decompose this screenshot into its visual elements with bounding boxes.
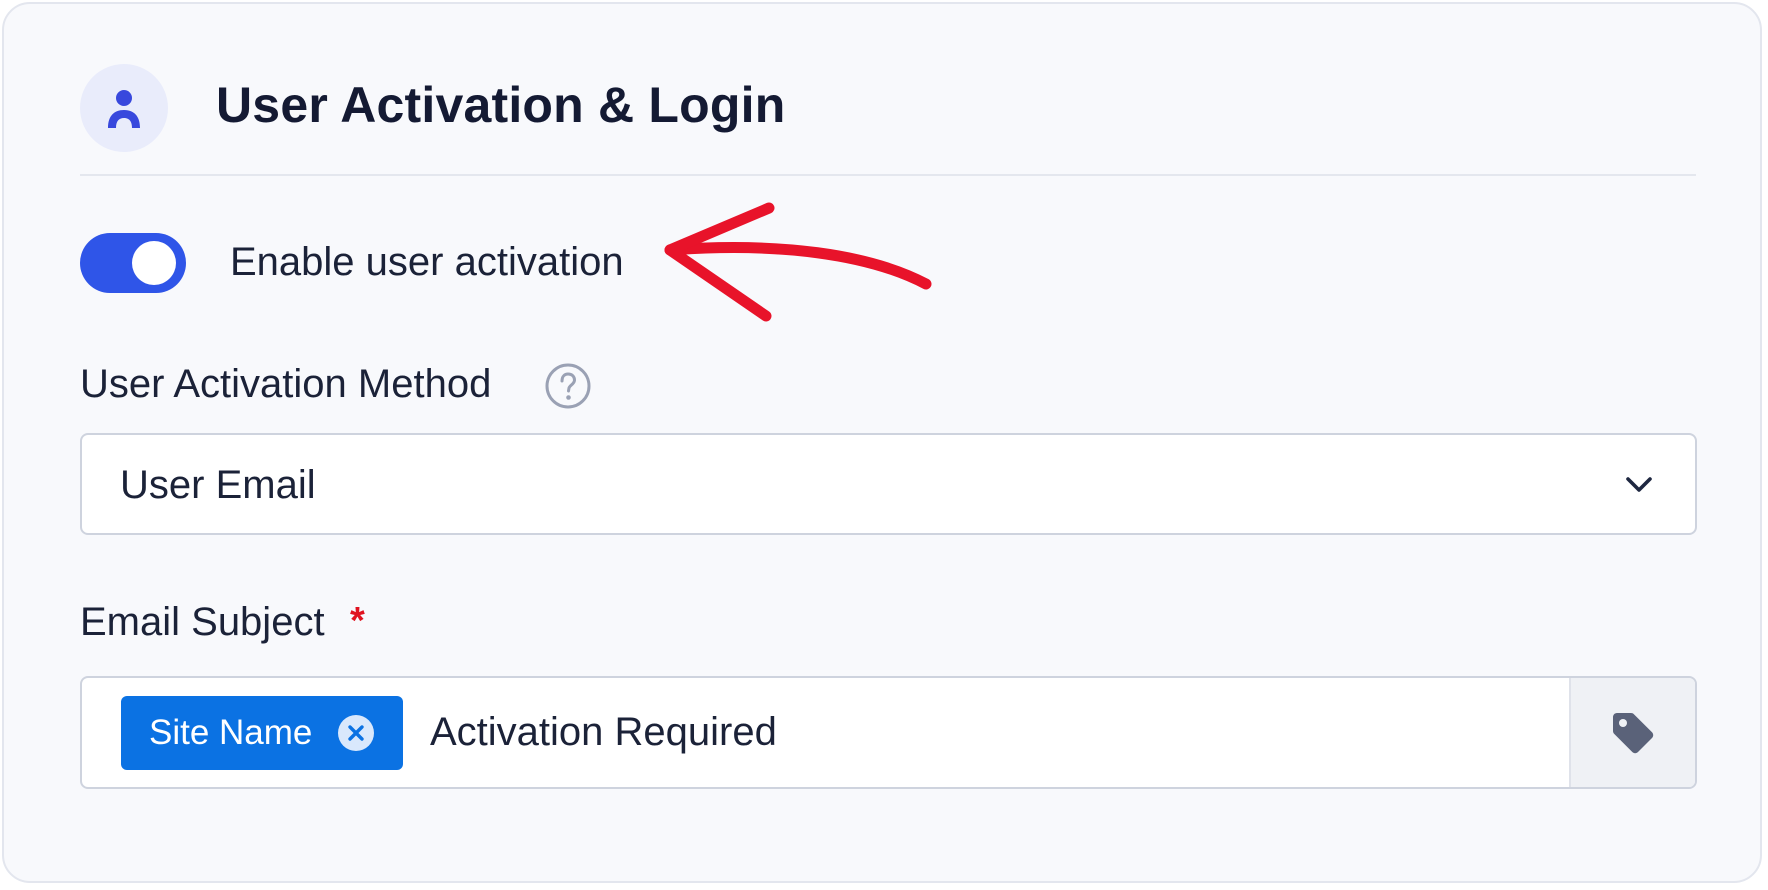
section-avatar: [80, 64, 168, 152]
settings-card: User Activation & Login Enable user acti…: [2, 2, 1762, 883]
chevron-down-icon: [1626, 477, 1652, 492]
user-icon: [108, 90, 140, 128]
section-title: User Activation & Login: [216, 77, 786, 133]
activation-method-select[interactable]: User Email: [80, 433, 1697, 535]
enable-user-activation-toggle[interactable]: [80, 233, 186, 293]
activation-method-value: User Email: [120, 463, 316, 507]
required-marker: *: [350, 600, 365, 642]
annotation-arrow-icon: [664, 202, 932, 322]
close-icon[interactable]: [337, 714, 375, 752]
section-header: User Activation & Login: [80, 62, 1696, 176]
site-name-tag-label: Site Name: [149, 713, 313, 752]
question-circle-icon[interactable]: [544, 362, 592, 410]
email-subject-text: Activation Required: [430, 710, 777, 754]
email-subject-field[interactable]: Site Name Activation Required: [80, 676, 1697, 789]
activation-method-label: User Activation Method: [80, 362, 492, 406]
site-name-tag[interactable]: Site Name: [121, 696, 403, 770]
toggle-label: Enable user activation: [230, 240, 624, 284]
tag-icon: [1613, 713, 1654, 754]
insert-tag-button[interactable]: [1569, 678, 1695, 787]
email-subject-label: Email Subject: [80, 600, 325, 644]
toggle-knob: [132, 241, 176, 285]
